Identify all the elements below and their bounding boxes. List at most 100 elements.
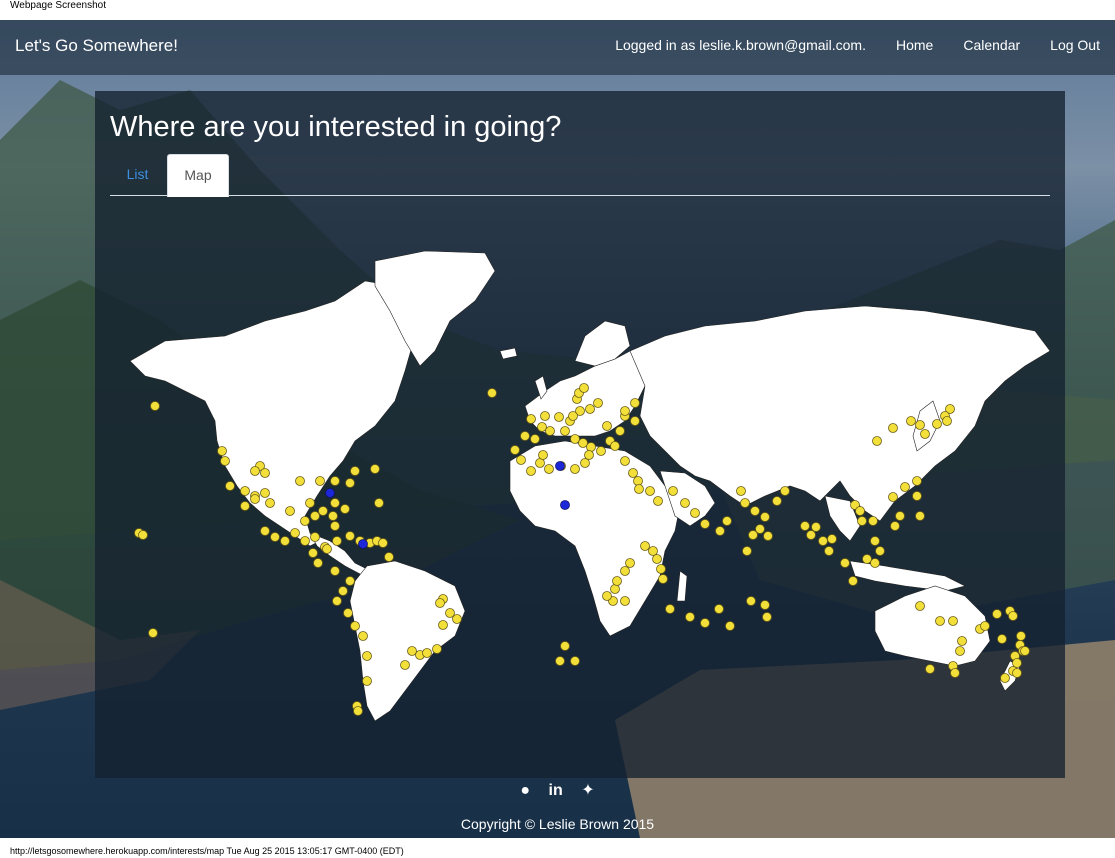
interest-marker[interactable] (384, 552, 394, 562)
interest-marker[interactable] (620, 406, 630, 416)
interest-marker[interactable] (900, 482, 910, 492)
interest-marker[interactable] (584, 450, 594, 460)
interest-marker[interactable] (545, 426, 555, 436)
interest-marker[interactable] (762, 612, 772, 622)
interest-marker[interactable] (290, 528, 300, 538)
interest-marker[interactable] (870, 536, 880, 546)
interest-marker[interactable] (628, 468, 638, 478)
interest-marker[interactable] (570, 656, 580, 666)
interest-marker[interactable] (950, 668, 960, 678)
interest-marker[interactable] (800, 521, 810, 531)
interest-marker[interactable] (875, 546, 885, 556)
interest-marker[interactable] (665, 604, 675, 614)
highlight-marker[interactable] (555, 461, 565, 471)
interest-marker[interactable] (868, 516, 878, 526)
interest-marker[interactable] (912, 491, 922, 501)
interest-marker[interactable] (362, 676, 372, 686)
interest-marker[interactable] (220, 456, 230, 466)
interest-marker[interactable] (315, 476, 325, 486)
interest-marker[interactable] (615, 426, 625, 436)
interest-marker[interactable] (855, 506, 865, 516)
interest-marker[interactable] (653, 496, 663, 506)
interest-marker[interactable] (818, 536, 828, 546)
interest-marker[interactable] (438, 620, 448, 630)
interest-marker[interactable] (1020, 646, 1030, 656)
interest-marker[interactable] (848, 576, 858, 586)
interest-marker[interactable] (554, 412, 564, 422)
twitter-icon[interactable]: ✦ (581, 780, 594, 800)
interest-marker[interactable] (332, 536, 342, 546)
interest-marker[interactable] (602, 591, 612, 601)
interest-marker[interactable] (330, 566, 340, 576)
interest-marker[interactable] (148, 628, 158, 638)
interest-marker[interactable] (305, 498, 315, 508)
interest-marker[interactable] (280, 536, 290, 546)
highlight-marker[interactable] (358, 539, 368, 549)
interest-marker[interactable] (862, 554, 872, 564)
interest-marker[interactable] (925, 664, 935, 674)
interest-marker[interactable] (555, 656, 565, 666)
interest-marker[interactable] (332, 596, 342, 606)
interest-marker[interactable] (578, 438, 588, 448)
interest-marker[interactable] (668, 486, 678, 496)
interest-marker[interactable] (906, 416, 916, 426)
interest-marker[interactable] (310, 511, 320, 521)
interest-marker[interactable] (656, 564, 666, 574)
interest-marker[interactable] (715, 526, 725, 536)
interest-marker[interactable] (620, 566, 630, 576)
interest-marker[interactable] (700, 519, 710, 529)
interest-marker[interactable] (948, 616, 958, 626)
github-icon[interactable]: ● (520, 782, 530, 800)
interest-marker[interactable] (452, 614, 462, 624)
interest-marker[interactable] (630, 416, 640, 426)
interest-marker[interactable] (150, 401, 160, 411)
interest-marker[interactable] (586, 442, 596, 452)
interest-marker[interactable] (980, 621, 990, 631)
interest-marker[interactable] (725, 621, 735, 631)
interest-marker[interactable] (1016, 631, 1026, 641)
interest-marker[interactable] (620, 596, 630, 606)
interest-marker[interactable] (895, 511, 905, 521)
interest-marker[interactable] (610, 584, 620, 594)
interest-marker[interactable] (625, 558, 635, 568)
interest-marker[interactable] (840, 558, 850, 568)
interest-marker[interactable] (510, 445, 520, 455)
interest-marker[interactable] (585, 404, 595, 414)
interest-marker[interactable] (580, 458, 590, 468)
interest-marker[interactable] (992, 609, 1002, 619)
interest-marker[interactable] (652, 554, 662, 564)
highlight-marker[interactable] (560, 500, 570, 510)
interest-marker[interactable] (888, 423, 898, 433)
interest-marker[interactable] (350, 466, 360, 476)
interest-marker[interactable] (322, 544, 332, 554)
interest-marker[interactable] (915, 601, 925, 611)
interest-marker[interactable] (225, 481, 235, 491)
interest-marker[interactable] (857, 516, 867, 526)
brand-link[interactable]: Let's Go Somewhere! (15, 35, 178, 57)
interest-marker[interactable] (824, 546, 834, 556)
interest-marker[interactable] (912, 476, 922, 486)
tab-map[interactable]: Map (167, 154, 229, 197)
interest-marker[interactable] (300, 536, 310, 546)
interest-marker[interactable] (602, 421, 612, 431)
interest-marker[interactable] (570, 464, 580, 474)
interest-marker[interactable] (955, 646, 965, 656)
interest-marker[interactable] (537, 422, 547, 432)
interest-marker[interactable] (530, 434, 540, 444)
interest-marker[interactable] (630, 398, 640, 408)
interest-marker[interactable] (915, 511, 925, 521)
interest-marker[interactable] (872, 436, 882, 446)
interest-marker[interactable] (345, 576, 355, 586)
interest-marker[interactable] (685, 612, 695, 622)
interest-marker[interactable] (318, 506, 328, 516)
interest-marker[interactable] (570, 434, 580, 444)
interest-marker[interactable] (888, 492, 898, 502)
interest-marker[interactable] (748, 530, 758, 540)
interest-marker[interactable] (544, 464, 554, 474)
interest-marker[interactable] (806, 530, 816, 540)
interest-marker[interactable] (265, 498, 275, 508)
interest-marker[interactable] (538, 450, 548, 460)
interest-marker[interactable] (633, 476, 643, 486)
interest-marker[interactable] (400, 660, 410, 670)
interest-marker[interactable] (714, 604, 724, 614)
